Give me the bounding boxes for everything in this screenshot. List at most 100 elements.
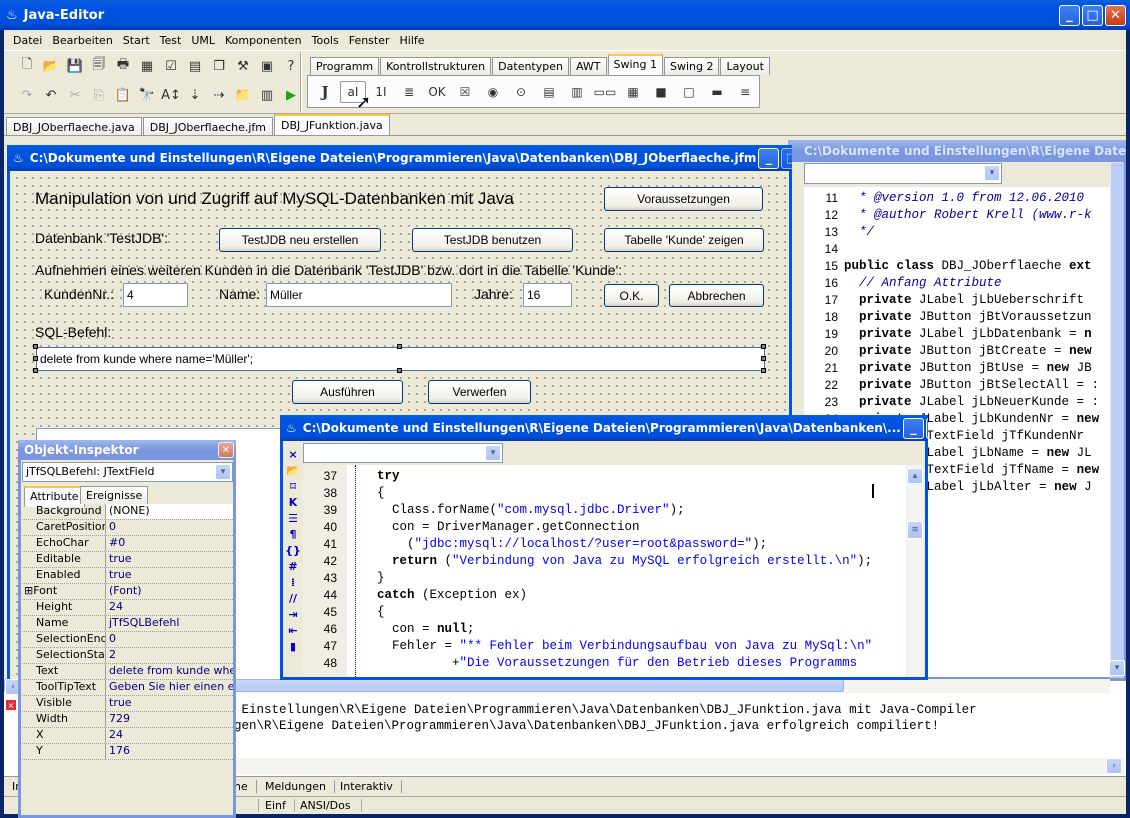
property-value[interactable]: true <box>106 696 233 711</box>
compile-icon[interactable]: 📁 <box>232 84 254 106</box>
jspinner-icon[interactable]: ▭▭ <box>592 81 618 103</box>
resize-handle[interactable] <box>33 344 38 349</box>
property-value[interactable]: 0 <box>106 520 233 535</box>
property-value[interactable]: (NONE) <box>106 504 233 519</box>
messages-close-icon[interactable]: × <box>6 700 16 710</box>
tab-interaktiv[interactable]: Interaktiv <box>340 780 402 793</box>
step-into-icon[interactable]: ⇣ <box>184 84 206 106</box>
vertical-scrollbar[interactable] <box>906 465 924 677</box>
palette-tab-awt[interactable]: AWT <box>569 57 607 75</box>
copy-icon[interactable]: ⎘ <box>88 84 110 106</box>
minimize-button[interactable]: _ <box>902 417 924 439</box>
show-table-button[interactable]: Tabelle 'Kunde' zeigen <box>604 228 764 252</box>
menu-hilfe[interactable]: Hilfe <box>395 34 430 47</box>
jahre-input[interactable]: 16 <box>523 283 572 307</box>
palette-tab-swing-2[interactable]: Swing 2 <box>664 57 720 75</box>
property-value[interactable]: true <box>106 552 233 567</box>
jmenu-icon[interactable]: ≡ <box>732 81 758 103</box>
ok-button[interactable]: O.K. <box>604 284 659 307</box>
open-folder-icon[interactable]: 📂 <box>283 462 303 478</box>
resize-handle[interactable] <box>397 344 402 349</box>
hash-icon[interactable]: # <box>283 558 303 574</box>
file-tab[interactable]: DBJ_JOberflaeche.java <box>6 117 142 137</box>
tab-meldungen[interactable]: Meldungen <box>265 780 335 793</box>
property-value[interactable]: true <box>106 568 233 583</box>
compile-all-icon[interactable]: ▥ <box>256 84 278 106</box>
property-row[interactable]: EchoChar #0 <box>22 536 233 552</box>
menu-komponenten[interactable]: Komponenten <box>220 34 307 47</box>
print-icon[interactable]: 🖶 <box>112 55 134 77</box>
property-row[interactable]: ToolTipTextGeben Sie hier einen eigen <box>22 680 233 696</box>
chevron-down-icon[interactable]: ▾ <box>485 445 501 461</box>
property-value[interactable]: #0 <box>106 536 233 551</box>
help-icon[interactable]: ? <box>280 55 302 77</box>
property-row[interactable]: SelectionStart 2 <box>22 648 233 664</box>
file-tab[interactable]: DBJ_JOberflaeche.jfm <box>142 117 274 137</box>
jbutton-icon[interactable]: OK <box>424 81 450 103</box>
ausfuehren-button[interactable]: Ausführen <box>292 380 403 404</box>
resize-handle[interactable] <box>761 368 766 373</box>
indent-icon[interactable]: ⇥ <box>283 606 303 622</box>
menu-datei[interactable]: Datei <box>8 34 47 47</box>
hammer-icon[interactable]: ⚒ <box>232 55 254 77</box>
paste-icon[interactable]: 📋 <box>112 84 134 106</box>
palette-tab-datentypen[interactable]: Datentypen <box>492 57 569 75</box>
jcanvas-icon[interactable]: □ <box>676 81 702 103</box>
name-input[interactable]: Müller <box>266 283 452 307</box>
menu-fenster[interactable]: Fenster <box>344 34 395 47</box>
property-value[interactable]: delete from kunde where n <box>106 664 233 679</box>
scroll-down-button[interactable]: ▾ <box>1109 660 1125 676</box>
menu-start[interactable]: Start <box>118 34 155 47</box>
property-value[interactable]: (Font) <box>106 584 233 599</box>
jcheckbox-icon[interactable]: ☒ <box>452 81 478 103</box>
jcombobox-icon[interactable]: ▥ <box>564 81 590 103</box>
palette-tab-swing-1[interactable]: Swing 1 <box>607 54 663 75</box>
scroll-up-button[interactable]: ▴ <box>907 468 923 484</box>
class-icon[interactable]: ▤ <box>184 55 206 77</box>
checklist-icon[interactable]: ☑ <box>160 55 182 77</box>
find-icon[interactable]: 🔭 <box>136 84 158 106</box>
resize-handle[interactable] <box>761 356 766 361</box>
maximize-button[interactable]: □ <box>925 417 928 439</box>
property-row[interactable]: SelectionEnd 0 <box>22 632 233 648</box>
unindent-icon[interactable]: ⇤ <box>283 622 303 638</box>
chevron-down-icon[interactable]: ▾ <box>215 464 231 480</box>
redo-icon[interactable]: ↷ <box>16 84 38 106</box>
jnumberfield-icon[interactable]: 1I <box>368 81 394 103</box>
scroll-right-button[interactable]: › <box>1106 758 1122 774</box>
jslider-icon[interactable]: ▬ <box>704 81 730 103</box>
run-icon[interactable]: ▶ <box>280 84 302 106</box>
property-row[interactable]: Height 24 <box>22 600 233 616</box>
property-row[interactable]: Visible true <box>22 696 233 712</box>
property-row[interactable]: X 24 <box>22 728 233 744</box>
property-value[interactable]: 24 <box>106 728 233 743</box>
menu-bearbeiten[interactable]: Bearbeiten <box>47 34 117 47</box>
create-db-button[interactable]: TestJDB neu erstellen <box>219 228 381 252</box>
palette-tab-kontrollstrukturen[interactable]: Kontrollstrukturen <box>380 57 492 75</box>
voraussetzungen-button[interactable]: Voraussetzungen <box>604 187 763 211</box>
jbuttongroup-icon[interactable]: ⊙ <box>508 81 534 103</box>
class-icon[interactable]: K <box>283 494 303 510</box>
save-icon[interactable]: 💾 <box>64 55 86 77</box>
verwerfen-button[interactable]: Verwerfen <box>428 380 531 404</box>
paragraph-icon[interactable]: ¶ <box>283 526 303 542</box>
maximize-button[interactable]: □ <box>781 147 792 169</box>
class-selector[interactable]: ▾ <box>804 163 1002 184</box>
menu-test[interactable]: Test <box>155 34 187 47</box>
undo-icon[interactable]: ↶ <box>40 84 62 106</box>
property-row[interactable]: Textdelete from kunde where n <box>22 664 233 680</box>
open-folder-icon[interactable]: 📂 <box>40 55 62 77</box>
select-icon[interactable]: ⌑ <box>283 478 303 494</box>
property-row[interactable]: CaretPosition 0 <box>22 520 233 536</box>
scroll-thumb[interactable]: ≡ <box>907 521 923 539</box>
property-value[interactable]: Geben Sie hier einen eigen <box>106 680 233 695</box>
object-selector[interactable]: jTfSQLBefehl: JTextField ▾ <box>22 462 233 482</box>
property-row[interactable]: Background (NONE) <box>22 504 233 520</box>
palette-tab-layout[interactable]: Layout <box>720 57 770 75</box>
property-value[interactable]: 176 <box>106 744 233 759</box>
jradiobutton-icon[interactable]: ◉ <box>480 81 506 103</box>
table-icon[interactable]: ☰ <box>283 510 303 526</box>
jtextarea-icon[interactable]: ≣ <box>396 81 422 103</box>
save-all-icon[interactable]: 🗐 <box>88 55 110 77</box>
braces-icon[interactable]: {} <box>283 542 303 558</box>
